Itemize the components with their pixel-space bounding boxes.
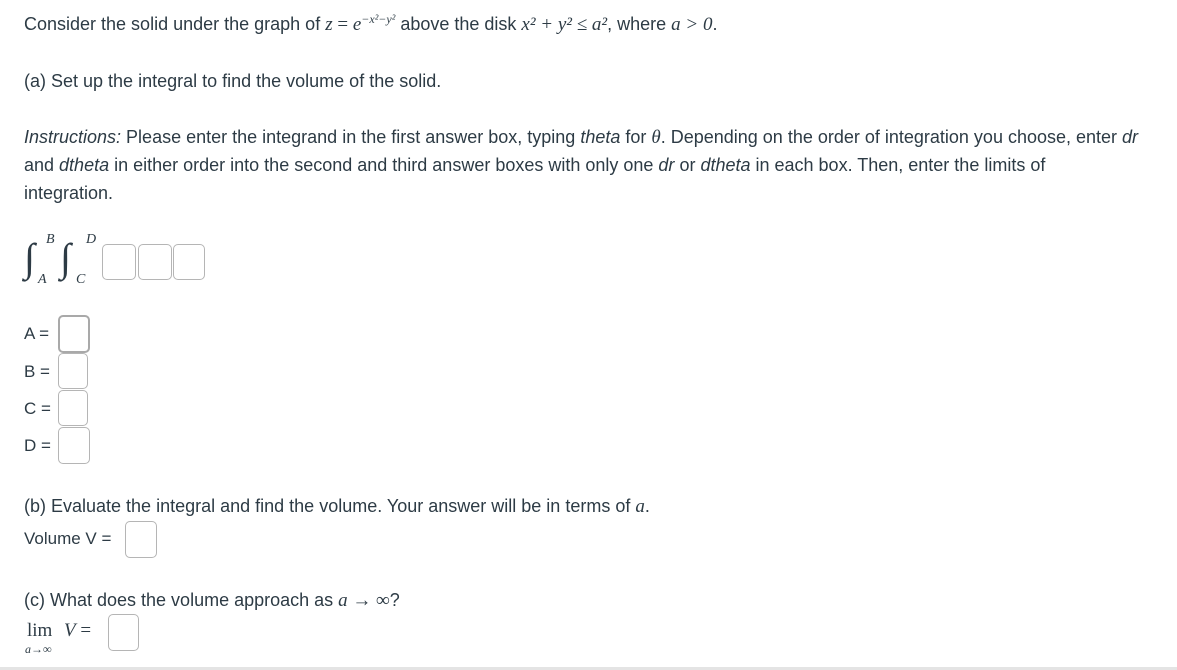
exp-base: e <box>352 14 362 35</box>
part-c-prompt: (c) What does the volume approach as a →… <box>24 590 400 611</box>
instructions-label: Instructions: <box>24 127 122 147</box>
inner-lower-limit: C <box>76 272 86 287</box>
limit-d-label: D = <box>24 436 51 455</box>
z-variable: z <box>325 14 333 35</box>
outer-upper-limit: B <box>46 232 55 247</box>
exp-exponent: −x²−y² <box>361 12 396 26</box>
inner-upper-limit: D <box>86 232 97 247</box>
instructions-line-2: and dtheta in either order into the seco… <box>24 155 1046 175</box>
part-a-prompt: (a) Set up the integral to find the volu… <box>24 71 442 91</box>
volume-label: Volume V = <box>24 529 112 548</box>
limit-a-label: A = <box>24 324 50 343</box>
part-b-prompt: (b) Evaluate the integral and find the v… <box>24 496 650 517</box>
integrand-input[interactable] <box>102 244 136 280</box>
differential-1-input[interactable] <box>138 244 172 280</box>
limit-c-label: C = <box>24 399 51 418</box>
lim-subscript: a→∞ <box>25 642 52 656</box>
limit-a-input[interactable] <box>58 315 90 353</box>
lim-operator: lim <box>27 620 53 641</box>
limit-d-input[interactable] <box>58 427 90 464</box>
limit-c-input[interactable] <box>58 390 88 426</box>
volume-input[interactable] <box>125 521 157 558</box>
outer-integral-sign: ∫ <box>24 235 35 280</box>
lim-expression: V = <box>64 620 92 641</box>
limit-value-input[interactable] <box>108 614 139 651</box>
limit-b-label: B = <box>24 362 50 381</box>
disk-inequality: x² + y² ≤ a² <box>521 14 608 35</box>
instructions-line-1: Instructions: Please enter the integrand… <box>24 127 1139 148</box>
problem-statement: Consider the solid under the graph of z … <box>24 12 718 35</box>
inner-integral-sign: ∫ <box>60 235 71 280</box>
instructions-line-3: integration. <box>24 183 114 203</box>
limit-b-input[interactable] <box>58 353 88 389</box>
a-condition: a > 0 <box>671 14 713 35</box>
outer-lower-limit: A <box>38 272 47 287</box>
differential-2-input[interactable] <box>173 244 205 280</box>
